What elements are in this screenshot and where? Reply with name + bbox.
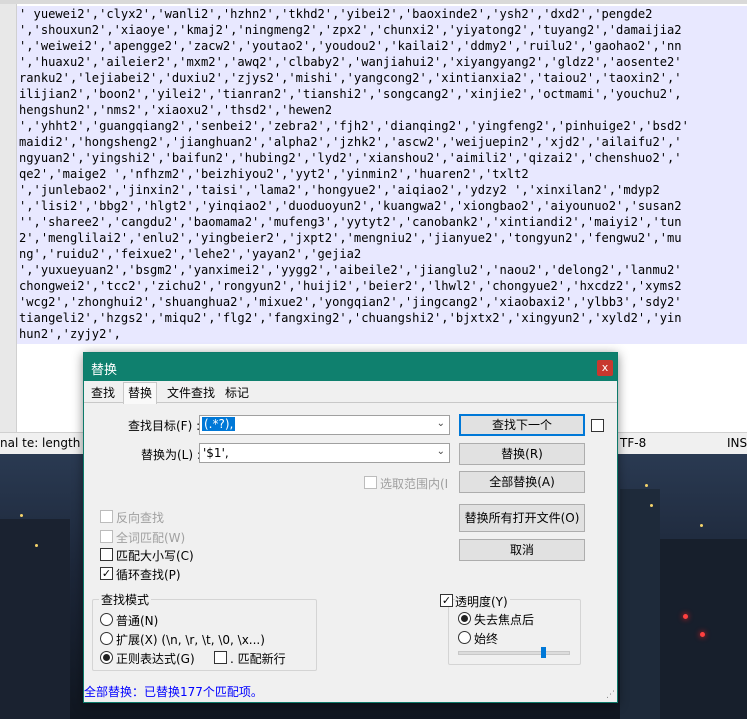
always-label: 始终 <box>474 632 499 646</box>
red-light <box>683 614 688 619</box>
backward-checkbox[interactable] <box>100 510 113 523</box>
red-light <box>700 632 705 637</box>
editor-text-selection[interactable]: ' yuewei2','clyx2','wanli2','hzhn2','tkh… <box>17 6 747 344</box>
dot-newline-checkbox[interactable] <box>214 651 227 664</box>
editor-line[interactable]: ' yuewei2','clyx2','wanli2','hzhn2','tkh… <box>17 6 747 22</box>
editor-line[interactable]: ','lisi2','bbg2','hlgt2','yinqiao2','duo… <box>17 198 747 214</box>
wrap-around-checkbox[interactable]: ✓ <box>100 567 113 580</box>
window-light <box>645 484 648 487</box>
status-insert-mode: INS <box>727 436 747 450</box>
find-label: 查找目标(F) : <box>128 419 201 433</box>
editor-line[interactable]: ','yhht2','guangqiang2','senbei2','zebra… <box>17 118 747 134</box>
line-number-gutter <box>0 4 17 432</box>
status-length: nal te: length : <box>0 436 89 450</box>
dialog-titlebar[interactable]: 替换 x <box>84 353 617 381</box>
find-next-button[interactable]: 查找下一个 <box>459 414 585 436</box>
extended-mode-label: 扩展(X) (\n, \r, \t, \0, \x...) <box>116 633 265 647</box>
search-mode-title: 查找模式 <box>99 591 152 608</box>
whole-word-checkbox[interactable] <box>100 530 113 543</box>
regex-mode-radio[interactable] <box>100 651 113 664</box>
editor-line[interactable]: ','yuxueyuan2','bsgm2','yanximei2','yygg… <box>17 262 747 278</box>
dialog-title: 替换 <box>91 363 118 378</box>
dot-newline-label: . 匹配新行 <box>230 652 286 666</box>
transparency-slider-track[interactable] <box>458 651 570 655</box>
window-light <box>35 544 38 547</box>
window-light <box>20 514 23 517</box>
dialog-tabs: 查找 替换 文件查找 标记 <box>84 381 617 404</box>
regex-mode-label: 正则表达式(G) <box>116 652 195 666</box>
backward-label: 反向查找 <box>116 511 165 525</box>
close-button[interactable]: x <box>597 360 613 376</box>
tab-mark[interactable]: 标记 <box>222 384 252 401</box>
editor-line[interactable]: qe2','maige2 ','nfhzm2','beizhiyou2','yy… <box>17 166 747 182</box>
editor-tab-strip <box>0 0 747 4</box>
replace-label: 替换为(L) : <box>141 448 201 462</box>
tab-find[interactable]: 查找 <box>88 384 118 401</box>
editor-line[interactable]: tiangeli2','hzgs2','miqu2','flg2','fangx… <box>17 310 747 326</box>
transparency-checkbox[interactable]: ✓ <box>440 594 453 607</box>
extended-mode-radio[interactable] <box>100 632 113 645</box>
status-message: 全部替换：已替换177个匹配项。 <box>84 685 263 699</box>
wrap-around-label: 循环查找(P) <box>116 568 181 582</box>
on-lose-focus-label: 失去焦点后 <box>474 613 535 627</box>
editor-line[interactable]: ','shouxun2','xiaoye','kmaj2','ningmeng2… <box>17 22 747 38</box>
chevron-down-icon[interactable]: ⌄ <box>437 446 445 457</box>
editor-line[interactable]: ','junlebao2','jinxin2','taisi','lama2',… <box>17 182 747 198</box>
editor-line[interactable]: ','huaxu2','aileier2','mxm2','awq2','clb… <box>17 54 747 70</box>
tab-replace[interactable]: 替换 <box>123 382 158 404</box>
tab-find-in-files[interactable]: 文件查找 <box>164 384 218 401</box>
match-case-checkbox[interactable] <box>100 548 113 561</box>
window-light <box>650 504 653 507</box>
chevron-down-icon[interactable]: ⌄ <box>437 418 445 429</box>
editor-line[interactable]: ranku2','lejiabei2','duxiu2','zjys2','mi… <box>17 70 747 86</box>
transparency-label: 透明度(Y) <box>455 593 510 610</box>
editor-line[interactable]: chongwei2','tcc2','zichu2','rongyun2','h… <box>17 278 747 294</box>
transparency-slider-thumb[interactable] <box>541 647 547 658</box>
editor-line[interactable]: hengshun2','nms2','xiaoxu2','thsd2','hew… <box>17 102 747 118</box>
in-selection-label: 选取范围内(I <box>380 477 449 491</box>
resize-grip-icon[interactable]: ⋰ <box>606 690 615 700</box>
find-next-options-checkbox[interactable] <box>591 419 604 432</box>
replace-all-open-files-button[interactable]: 替换所有打开文件(O) <box>459 504 585 532</box>
always-radio[interactable] <box>458 631 471 644</box>
city-building <box>660 539 747 719</box>
editor-line[interactable]: ilijian2','boon2','yilei2','tianran2','t… <box>17 86 747 102</box>
status-encoding: TF-8 <box>620 436 647 450</box>
in-selection-checkbox[interactable] <box>364 476 377 489</box>
replace-all-button[interactable]: 全部替换(A) <box>459 471 585 493</box>
editor-line[interactable]: ngyuan2','yingshi2','baifun2','hubing2',… <box>17 150 747 166</box>
normal-mode-radio[interactable] <box>100 613 113 626</box>
cancel-button[interactable]: 取消 <box>459 539 585 561</box>
whole-word-label: 全词匹配(W) <box>116 531 186 545</box>
match-case-label: 匹配大小写(C) <box>116 549 194 563</box>
editor-line[interactable]: ','weiwei2','apengge2','zacw2','youtao2'… <box>17 38 747 54</box>
replace-input[interactable]: '$1', ⌄ <box>199 443 450 463</box>
editor-line[interactable]: '','sharee2','cangdu2','baomama2','mufen… <box>17 214 747 230</box>
editor-line[interactable]: 'wcg2','zhonghui2','shuanghua2','mixue2'… <box>17 294 747 310</box>
on-lose-focus-radio[interactable] <box>458 612 471 625</box>
window-light <box>700 524 703 527</box>
city-building <box>620 489 660 719</box>
find-input-value: (.*?), <box>202 417 236 431</box>
replace-dialog: 替换 x 查找 替换 文件查找 标记 查找目标(F) : (.*?), ⌄ 查找… <box>83 352 618 703</box>
editor-line[interactable]: hun2','zyjy2', <box>17 326 747 342</box>
editor-line[interactable]: 2','menglilai2','enlu2','yingbeier2','jx… <box>17 230 747 246</box>
city-building <box>0 519 70 719</box>
replace-input-value: '$1', <box>203 446 229 460</box>
editor-line[interactable]: ng','ruidu2','feixue2','lehe2','yayan2',… <box>17 246 747 262</box>
find-input[interactable]: (.*?), ⌄ <box>199 415 450 435</box>
editor-line[interactable]: maidi2','hongsheng2','jianghuan2','alpha… <box>17 134 747 150</box>
normal-mode-label: 普通(N) <box>116 614 159 628</box>
replace-button[interactable]: 替换(R) <box>459 443 585 465</box>
